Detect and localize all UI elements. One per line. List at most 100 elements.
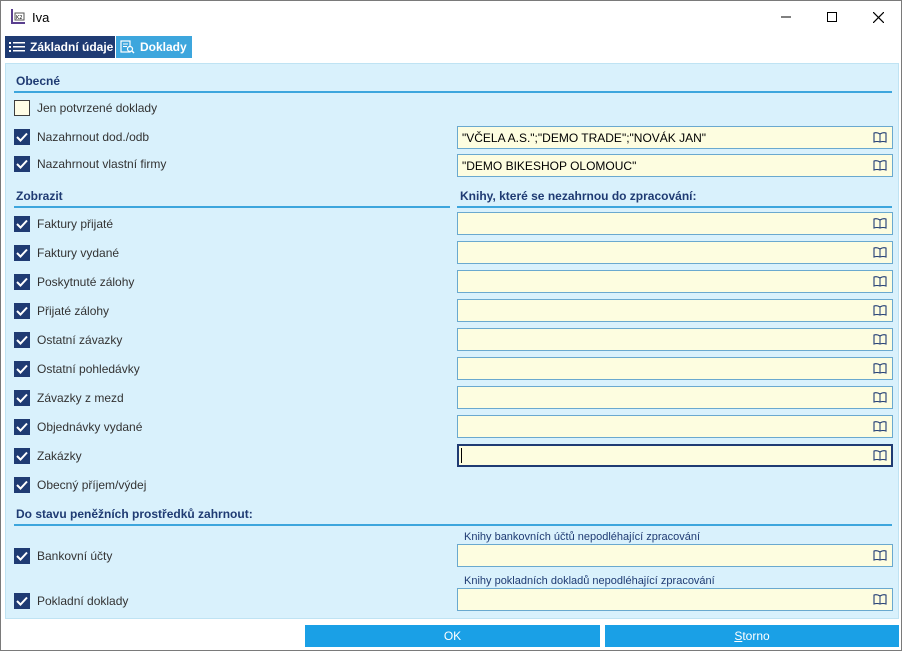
received-invoices-label: Faktury přijaté xyxy=(37,217,114,231)
text-caret xyxy=(461,448,462,463)
tab-bar: Základní údaje Doklady xyxy=(3,35,899,59)
book-icon[interactable] xyxy=(870,156,890,176)
checkmark-icon xyxy=(16,451,28,461)
cancel-button-mnemonic: S xyxy=(734,629,743,643)
payroll-liabilities-checkbox[interactable] xyxy=(14,390,30,406)
checkmark-icon xyxy=(16,596,28,606)
checkmark-icon xyxy=(16,306,28,316)
window-title: Iva xyxy=(32,10,50,25)
display-section-title: Zobrazit xyxy=(16,189,63,203)
received-advances-row[interactable]: Přijaté zálohy xyxy=(14,301,109,321)
book-icon[interactable] xyxy=(870,417,890,437)
exclude-own-firms-field[interactable]: "DEMO BIKESHOP OLOMOUC" xyxy=(457,154,893,177)
cancel-button[interactable]: Storno xyxy=(605,625,899,647)
book-icon[interactable] xyxy=(870,214,890,234)
other-receivables-row[interactable]: Ostatní pohledávky xyxy=(14,359,140,379)
general-divider xyxy=(14,91,892,93)
exclude-suppliers-field[interactable]: "VČELA A.S.";"DEMO TRADE";"NOVÁK JAN" xyxy=(457,126,893,149)
bank-accounts-checkbox[interactable] xyxy=(14,548,30,564)
book-icon[interactable] xyxy=(870,546,890,566)
cashdesk-books-field[interactable] xyxy=(457,588,893,611)
exclude-suppliers-row[interactable]: Nazahrnout dod./odb xyxy=(14,127,149,147)
provided-advances-books-field[interactable] xyxy=(457,270,893,293)
received-invoices-checkbox[interactable] xyxy=(14,216,30,232)
general-income-expense-row[interactable]: Obecný příjem/výdej xyxy=(14,475,146,495)
provided-advances-row[interactable]: Poskytnuté zálohy xyxy=(14,272,134,292)
only-confirmed-label: Jen potvrzené doklady xyxy=(37,101,158,115)
issued-invoices-books-field[interactable] xyxy=(457,241,893,264)
cancel-button-label: torno xyxy=(742,629,770,643)
payroll-liabilities-row[interactable]: Závazky z mezd xyxy=(14,388,124,408)
bank-accounts-row[interactable]: Bankovní účty xyxy=(14,546,112,566)
exclude-suppliers-checkbox[interactable] xyxy=(14,129,30,145)
issued-orders-books-field[interactable] xyxy=(457,415,893,438)
payroll-liabilities-label: Závazky z mezd xyxy=(37,391,124,405)
excluded-books-title: Knihy, které se nezahrnou do zpracování: xyxy=(460,189,697,203)
other-liabilities-label: Ostatní závazky xyxy=(37,333,123,347)
excluded-books-divider xyxy=(457,206,892,208)
checkmark-icon xyxy=(16,393,28,403)
issued-orders-checkbox[interactable] xyxy=(14,419,30,435)
exclude-own-firms-row[interactable]: Nazahrnout vlastní firmy xyxy=(14,154,166,174)
issued-orders-row[interactable]: Objednávky vydané xyxy=(14,417,142,437)
provided-advances-label: Poskytnuté zálohy xyxy=(37,275,135,289)
ok-button-label: OK xyxy=(443,629,462,643)
exclude-own-firms-value: "DEMO BIKESHOP OLOMOUC" xyxy=(462,158,637,173)
contracts-row[interactable]: Zakázky xyxy=(14,446,82,466)
book-icon[interactable] xyxy=(870,128,890,148)
dialog-window: K2 Iva Základní údaje Doklady Obecné Jen… xyxy=(0,0,902,651)
bank-books-field[interactable] xyxy=(457,544,893,567)
cashdesk-docs-checkbox[interactable] xyxy=(14,593,30,609)
other-receivables-checkbox[interactable] xyxy=(14,361,30,377)
maximize-icon xyxy=(827,12,837,22)
book-icon[interactable] xyxy=(870,301,890,321)
checkmark-icon xyxy=(16,335,28,345)
bank-books-label: Knihy bankovních účtů nepodléhající zpra… xyxy=(464,531,701,543)
provided-advances-checkbox[interactable] xyxy=(14,274,30,290)
book-icon[interactable] xyxy=(870,330,890,350)
cashdesk-docs-row[interactable]: Pokladní doklady xyxy=(14,591,128,611)
payroll-liabilities-books-field[interactable] xyxy=(457,386,893,409)
ok-button[interactable]: OK xyxy=(305,625,600,647)
received-advances-books-field[interactable] xyxy=(457,299,893,322)
other-liabilities-books-field[interactable] xyxy=(457,328,893,351)
general-income-expense-label: Obecný příjem/výdej xyxy=(37,478,147,492)
exclude-suppliers-value: "VČELA A.S.";"DEMO TRADE";"NOVÁK JAN" xyxy=(462,130,707,145)
book-icon[interactable] xyxy=(870,359,890,379)
received-invoices-row[interactable]: Faktury přijaté xyxy=(14,214,113,234)
book-icon[interactable] xyxy=(870,243,890,263)
issued-invoices-row[interactable]: Faktury vydané xyxy=(14,243,119,263)
minimize-button[interactable] xyxy=(763,1,809,33)
book-icon[interactable] xyxy=(870,590,890,610)
general-income-expense-checkbox[interactable] xyxy=(14,477,30,493)
received-invoices-books-field[interactable] xyxy=(457,212,893,235)
only-confirmed-row[interactable]: Jen potvrzené doklady xyxy=(14,98,157,118)
checkmark-icon xyxy=(16,422,28,432)
book-icon[interactable] xyxy=(870,388,890,408)
only-confirmed-checkbox[interactable] xyxy=(14,100,30,116)
checkmark-icon xyxy=(16,219,28,229)
app-icon: K2 xyxy=(10,9,26,25)
tab-basic-info-label: Základní údaje xyxy=(30,40,114,54)
book-icon[interactable] xyxy=(870,272,890,292)
checkmark-icon xyxy=(16,248,28,258)
maximize-button[interactable] xyxy=(809,1,855,33)
contracts-label: Zakázky xyxy=(37,449,82,463)
received-advances-checkbox[interactable] xyxy=(14,303,30,319)
close-icon xyxy=(872,11,884,23)
book-icon[interactable] xyxy=(870,446,890,466)
other-liabilities-checkbox[interactable] xyxy=(14,332,30,348)
other-receivables-books-field[interactable] xyxy=(457,357,893,380)
minimize-icon xyxy=(781,16,791,18)
close-button[interactable] xyxy=(855,1,901,33)
issued-invoices-checkbox[interactable] xyxy=(14,245,30,261)
tab-basic-info[interactable]: Základní údaje xyxy=(5,36,115,58)
exclude-own-firms-label: Nazahrnout vlastní firmy xyxy=(37,157,167,171)
contracts-books-field[interactable] xyxy=(457,444,893,467)
contracts-checkbox[interactable] xyxy=(14,448,30,464)
exclude-own-firms-checkbox[interactable] xyxy=(14,156,30,172)
other-liabilities-row[interactable]: Ostatní závazky xyxy=(14,330,122,350)
tab-documents[interactable]: Doklady xyxy=(116,36,192,58)
cash-divider xyxy=(14,524,892,526)
issued-invoices-label: Faktury vydané xyxy=(37,246,120,260)
